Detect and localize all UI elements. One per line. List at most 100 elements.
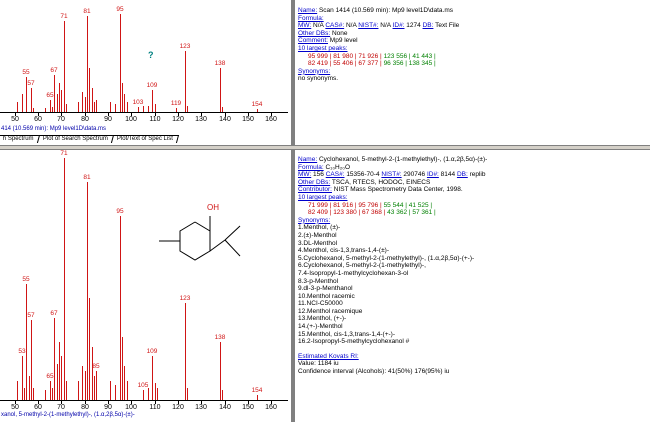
bottom-peak-81[interactable] [87,182,88,400]
field-label-link[interactable]: DB: [457,171,468,178]
bottom-peak-63[interactable] [45,390,46,400]
top-peak-66[interactable] [52,107,53,112]
top-peak-110[interactable] [155,104,156,112]
largest-peaks-link[interactable]: 10 largest peaks: [298,45,348,52]
synonyms-link[interactable]: Synonyms: [298,68,330,75]
top-peak-123[interactable] [185,51,186,112]
bottom-peak-68[interactable] [57,363,58,400]
compound-name-link[interactable]: Name: [298,156,317,163]
top-peak-67[interactable] [54,74,55,112]
top-peak-69[interactable] [59,82,60,112]
top-peak-124[interactable] [187,106,188,112]
top-peak-98[interactable] [127,102,128,112]
top-peak-154[interactable] [257,109,258,112]
field-label-link[interactable]: ID#: [393,22,405,29]
top-peak-68[interactable] [57,94,58,112]
bottom-peak-57[interactable] [31,320,32,400]
top-peak-83[interactable] [92,87,93,112]
field-label-link[interactable]: NIST#: [381,171,401,178]
bottom-peak-56[interactable] [29,375,30,400]
tab-plot-of-search-spectrum[interactable]: Plot of Search Spectrum [36,135,114,143]
top-peak-82[interactable] [89,67,90,112]
top-peak-77[interactable] [78,102,79,112]
tab-plot-text-of-spec-list[interactable]: Plot/Text of Spec List [110,135,179,143]
bottom-peak-51[interactable] [17,380,18,400]
field-label-link[interactable]: MW: [298,22,311,29]
top-spectrum-pane[interactable]: 55 57 65 67 71 81 95 103 109 119 123 138 154 50 60 70 80… [0,0,291,145]
other-dbs-link[interactable]: Other DBs: [298,30,330,37]
bottom-peak-85[interactable] [96,370,97,400]
vertical-splitter-top[interactable] [291,0,295,145]
top-peak-138[interactable] [220,67,221,112]
bottom-peak-54[interactable] [24,387,25,400]
top-peak-105[interactable] [143,106,144,112]
comment-link[interactable]: Comment: [298,37,328,44]
top-peak-72[interactable] [66,104,67,112]
bottom-peak-91[interactable] [110,380,111,400]
top-peak-103[interactable] [138,107,139,112]
top-peak-95[interactable] [120,14,121,112]
tab-search-spectrum[interactable]: h Spectrum [0,135,40,143]
top-peak-53[interactable] [22,94,23,112]
bottom-peak-105[interactable] [143,390,144,400]
top-peak-79[interactable] [82,92,83,112]
compound-synonyms-link[interactable]: Synonyms: [298,217,330,224]
kovats-link[interactable]: Estimated Kovats RI: [298,353,359,360]
field-label-link[interactable]: ID#: [427,171,439,178]
bottom-peak-77[interactable] [78,380,79,400]
bottom-peak-96[interactable] [122,337,123,400]
bottom-peak-70[interactable] [61,356,62,400]
field-label-link[interactable]: CAS#: [325,22,344,29]
compound-formula-link[interactable]: Formula: [298,164,324,171]
bottom-peak-107[interactable] [148,387,149,400]
bottom-peak-58[interactable] [33,387,34,400]
bottom-peak-110[interactable] [155,383,156,400]
top-peak-81[interactable] [87,15,88,112]
bottom-peak-65[interactable] [50,380,51,400]
bottom-peak-80[interactable] [85,370,86,400]
bottom-peak-109[interactable] [152,356,153,400]
name-link[interactable]: Name: [298,7,317,14]
bottom-spectrum-plot[interactable]: 53 55 57 65 67 71 81 85 95 105 109 123 138 154 50 60 70 8… [0,150,291,412]
bottom-peak-93[interactable] [115,385,116,400]
bottom-peak-71[interactable] [64,158,65,400]
bottom-peak-95[interactable] [120,216,121,400]
bottom-peak-111[interactable] [157,387,158,400]
top-peak-109[interactable] [152,90,153,112]
bottom-spectrum-pane[interactable]: 53 55 57 65 67 71 81 85 95 105 109 123 138 154 50 60 70 8… [0,150,291,422]
bottom-peak-69[interactable] [59,341,60,400]
compound-other-dbs-link[interactable]: Other DBs: [298,179,330,186]
bottom-peak-66[interactable] [52,387,53,400]
field-label-link[interactable]: MW: [298,171,311,178]
bottom-peak-138[interactable] [220,341,221,400]
bottom-peak-97[interactable] [124,366,125,400]
contributor-link[interactable]: Contributor: [298,186,332,193]
bottom-peak-124[interactable] [187,387,188,400]
top-peak-58[interactable] [33,108,34,112]
top-peak-107[interactable] [148,106,149,112]
bottom-peak-79[interactable] [82,366,83,400]
formula-link[interactable]: Formula: [298,15,324,22]
top-peak-91[interactable] [110,102,111,112]
bottom-peak-84[interactable] [94,375,95,400]
field-label-link[interactable]: NIST#: [358,22,378,29]
field-label-link[interactable]: CAS#: [326,171,345,178]
top-peak-70[interactable] [61,90,62,112]
top-peak-119[interactable] [176,108,177,112]
bottom-peak-123[interactable] [185,303,186,400]
bottom-peak-154[interactable] [257,395,258,400]
top-peak-57[interactable] [31,87,32,112]
top-peak-71[interactable] [64,20,65,112]
top-peak-93[interactable] [115,104,116,112]
top-peak-96[interactable] [122,82,123,112]
bottom-info-pane[interactable]: Name: Cyclohexanol, 5-methyl-2-(1-methyl… [295,150,650,422]
top-peak-97[interactable] [124,94,125,112]
top-peak-80[interactable] [85,97,86,112]
bottom-peak-98[interactable] [127,380,128,400]
top-peak-85[interactable] [96,100,97,112]
top-peak-84[interactable] [94,102,95,112]
bottom-peak-53[interactable] [22,356,23,400]
bottom-peak-67[interactable] [54,317,55,400]
field-label-link[interactable]: DB: [423,22,434,29]
vertical-splitter-bottom[interactable] [291,150,295,422]
